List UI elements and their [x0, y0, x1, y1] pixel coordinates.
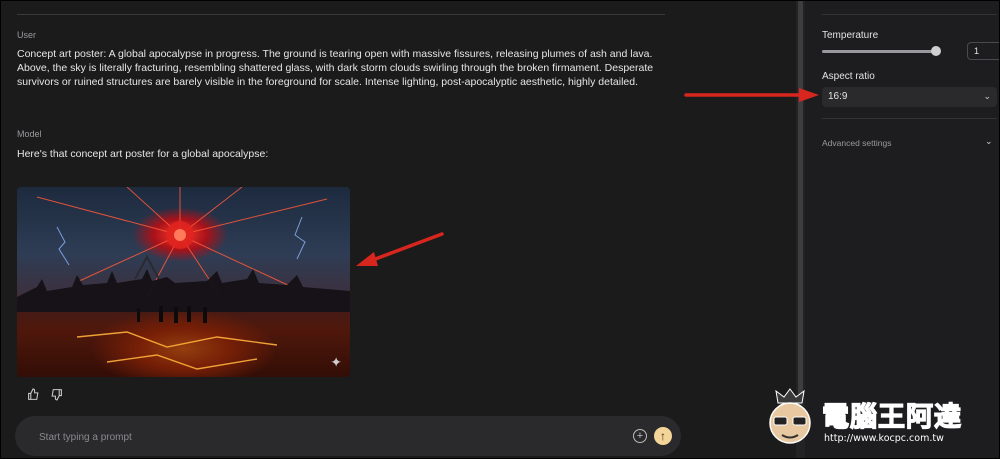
send-button[interactable]: ↑ — [654, 427, 672, 445]
temperature-slider-handle[interactable] — [931, 46, 941, 56]
temperature-label: Temperature — [822, 30, 879, 41]
advanced-settings-toggle[interactable]: Advanced settings — [822, 138, 891, 148]
prompt-box: + ↑ — [15, 416, 681, 456]
model-message: Here's that concept art poster for a glo… — [17, 148, 269, 160]
divider — [822, 14, 997, 15]
generated-image[interactable]: ✦ — [17, 187, 350, 377]
watermark-url: http://www.kocpc.com.tw — [824, 433, 944, 444]
arrow-up-icon: ↑ — [660, 429, 666, 443]
watermark-logo: 電腦王阿達 http://www.kocpc.com.tw — [760, 385, 995, 455]
sparkle-icon: ✦ — [330, 354, 342, 370]
add-circle-icon[interactable]: + — [633, 429, 647, 443]
chevron-down-icon[interactable]: ⌄ — [985, 136, 993, 147]
thumbs-down-icon[interactable] — [50, 388, 64, 402]
scrollbar-thumb[interactable] — [798, 0, 803, 395]
prompt-input[interactable] — [37, 428, 601, 446]
chevron-down-icon: ⌄ — [983, 91, 991, 101]
divider — [17, 14, 665, 15]
apocalypse-illustration — [17, 187, 350, 377]
aspect-ratio-select[interactable]: 16:9 ⌄ — [822, 87, 997, 107]
user-role-label: User — [17, 30, 37, 40]
user-message: Concept art poster: A global apocalypse … — [17, 48, 654, 88]
aspect-ratio-label: Aspect ratio — [822, 71, 875, 82]
annotation-arrow-aspect — [684, 88, 819, 102]
aspect-ratio-value: 16:9 — [828, 91, 848, 102]
temperature-input[interactable]: 1 — [967, 42, 1000, 60]
thumbs-up-icon[interactable] — [27, 388, 41, 402]
mascot-icon — [769, 388, 811, 444]
model-role-label: Model — [17, 129, 42, 139]
chat-panel: User Concept art poster: A global apocal… — [0, 0, 690, 459]
watermark-text: 電腦王阿達 — [821, 401, 962, 433]
annotation-arrow-image — [356, 232, 444, 266]
temperature-slider[interactable] — [822, 50, 936, 53]
divider — [822, 118, 997, 119]
